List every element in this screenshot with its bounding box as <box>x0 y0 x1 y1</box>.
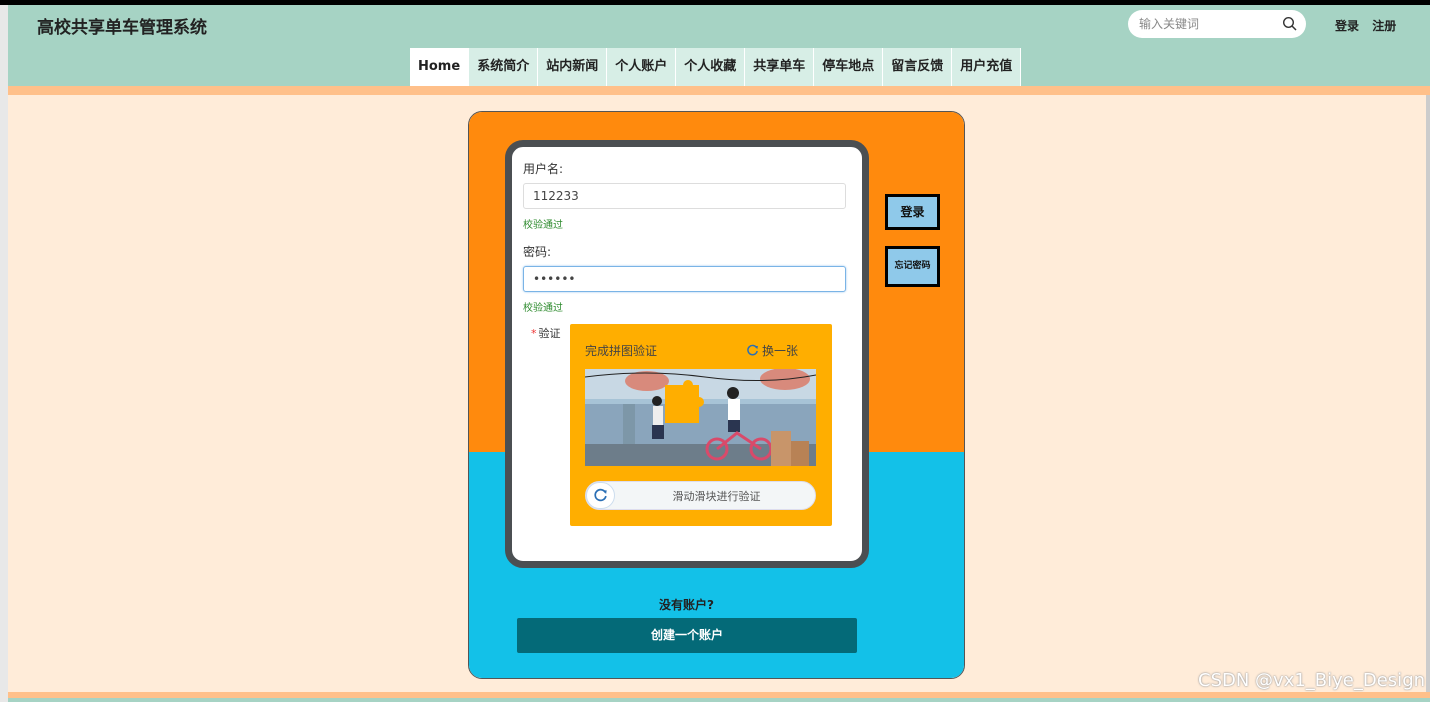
forgot-password-button[interactable]: 忘记密码 <box>885 246 940 287</box>
create-account-button[interactable]: 创建一个账户 <box>517 618 857 653</box>
header-accent-bar <box>8 86 1430 95</box>
slider-hint: 滑动滑块进行验证 <box>672 490 761 503</box>
no-account-prompt: 没有账户? <box>659 598 714 612</box>
username-label: 用户名: <box>523 162 564 176</box>
search-icon[interactable] <box>1282 16 1298 32</box>
watermark: CSDN @vx1_Biye_Design <box>1198 670 1426 691</box>
site-header: 高校共享单车管理系统 登录 注册 Home 系统简介 站内新闻 个人账户 个人收… <box>8 5 1430 86</box>
captcha-refresh-link[interactable]: 换一张 <box>746 342 798 359</box>
nav-item-recharge[interactable]: 用户充值 <box>952 48 1022 86</box>
captcha-label: * 验证 <box>531 325 561 341</box>
login-link[interactable]: 登录 <box>1335 19 1359 33</box>
login-card: 用户名: 校验通过 密码: 校验通过 *验证 完成拼图验证 换一张 <box>468 111 965 679</box>
nav-item-bikes[interactable]: 共享单车 <box>745 48 815 86</box>
nav-item-account[interactable]: 个人账户 <box>607 48 677 86</box>
nav-item-parking[interactable]: 停车地点 <box>814 48 884 86</box>
username-field[interactable] <box>523 183 846 209</box>
scrollbar[interactable] <box>1426 95 1430 692</box>
nav-item-news[interactable]: 站内新闻 <box>538 48 608 86</box>
footer-bar <box>8 698 1430 702</box>
auth-links: 登录 注册 <box>1335 17 1405 34</box>
captcha-puzzle-image <box>585 369 816 466</box>
required-mark: * <box>531 327 537 340</box>
nav-item-feedback[interactable]: 留言反馈 <box>883 48 953 86</box>
username-validation: 校验通过 <box>523 220 563 231</box>
refresh-icon <box>747 344 758 356</box>
captcha-label-text: 验证 <box>538 327 561 340</box>
nav-item-home[interactable]: Home <box>410 48 470 86</box>
captcha-slider-track[interactable]: 滑动滑块进行验证 <box>585 481 816 510</box>
nav-item-favorites[interactable]: 个人收藏 <box>676 48 746 86</box>
password-label: 密码: <box>523 245 552 259</box>
search-box[interactable] <box>1128 10 1306 38</box>
password-validation: 校验通过 <box>523 303 563 314</box>
register-link[interactable]: 注册 <box>1372 19 1396 33</box>
left-window-edge <box>0 5 8 702</box>
captcha-panel: 完成拼图验证 换一张 滑动滑块进行验证 <box>570 324 832 526</box>
site-title: 高校共享单车管理系统 <box>37 18 207 38</box>
captcha-title: 完成拼图验证 <box>585 344 658 358</box>
nav-item-intro[interactable]: 系统简介 <box>469 48 539 86</box>
search-input[interactable] <box>1137 16 1281 32</box>
main-nav: Home 系统简介 站内新闻 个人账户 个人收藏 共享单车 停车地点 留言反馈 … <box>410 48 1022 86</box>
login-form-frame: 用户名: 校验通过 密码: 校验通过 *验证 完成拼图验证 换一张 <box>505 140 869 568</box>
refresh-icon <box>594 488 607 502</box>
captcha-refresh-text: 换一张 <box>762 344 799 358</box>
slider-handle[interactable] <box>586 482 615 509</box>
password-field[interactable] <box>523 266 846 292</box>
login-button[interactable]: 登录 <box>885 194 940 230</box>
